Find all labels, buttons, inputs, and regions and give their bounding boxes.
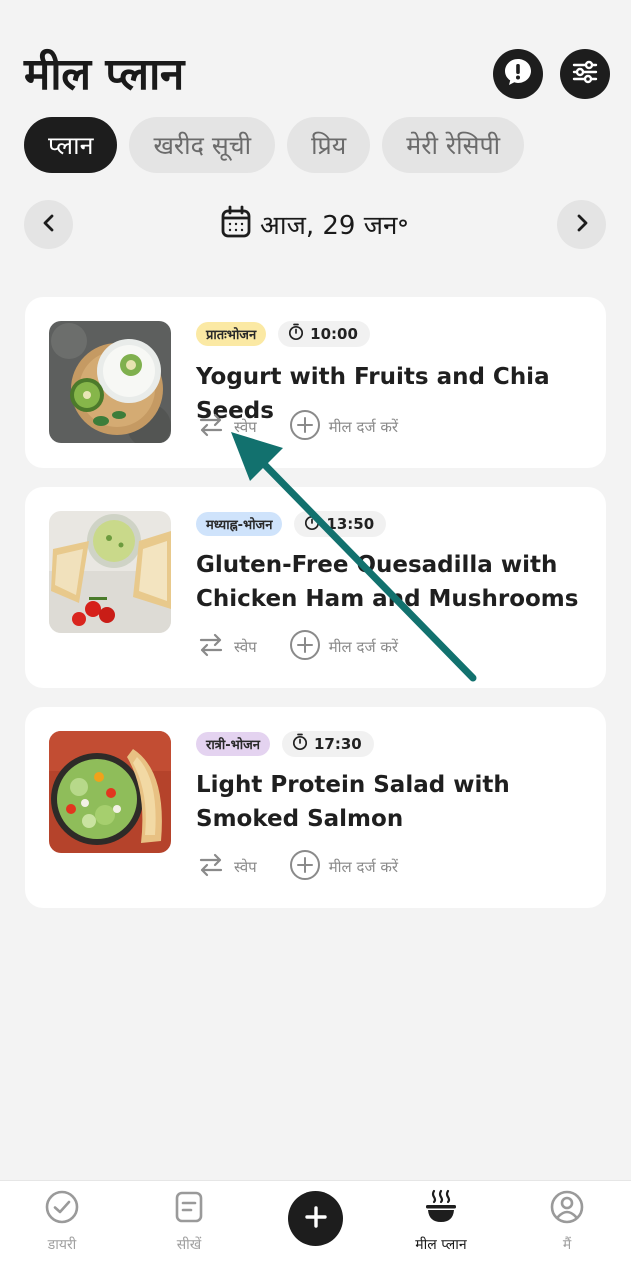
meal-actions: स्वेप मील दर्ज करें xyxy=(196,629,398,665)
nav-profile[interactable]: मैं xyxy=(517,1189,617,1254)
plus-circle-icon xyxy=(289,629,321,665)
sliders-icon xyxy=(570,57,600,91)
user-circle-icon xyxy=(549,1189,585,1229)
nav-diary-label: डायरी xyxy=(47,1237,77,1253)
nav-diary[interactable]: डायरी xyxy=(12,1189,112,1254)
meal-title[interactable]: Light Protein Salad with Smoked Salmon xyxy=(196,768,591,836)
swap-arrows-icon xyxy=(196,630,226,664)
alert-button[interactable] xyxy=(493,49,543,99)
meal-time: 13:50 xyxy=(294,511,387,537)
date-navigator: आज, 29 जन॰ xyxy=(24,200,606,250)
bowl-icon xyxy=(423,1189,459,1229)
plus-circle-icon xyxy=(289,849,321,885)
plus-circle-icon xyxy=(289,409,321,445)
swap-arrows-icon xyxy=(196,850,226,884)
chevron-left-icon xyxy=(39,213,59,237)
tab-shopping-list[interactable]: खरीद सूची xyxy=(129,117,276,173)
meal-card[interactable]: रात्री-भोजन 17:30 Light Protein Salad wi… xyxy=(25,707,606,908)
meal-meta: रात्री-भोजन 17:30 xyxy=(196,731,374,757)
meal-time: 10:00 xyxy=(278,321,370,347)
meal-type-badge: रात्री-भोजन xyxy=(196,732,270,756)
tab-my-recipes[interactable]: मेरी रेसिपी xyxy=(382,117,525,173)
nav-learn-label: सीखें xyxy=(176,1237,202,1253)
stopwatch-icon xyxy=(304,513,320,535)
calendar-icon xyxy=(220,205,252,243)
log-meal-label: मील दर्ज करें xyxy=(328,418,399,436)
date-label: आज, 29 जन॰ xyxy=(260,211,409,241)
meal-time: 17:30 xyxy=(282,731,374,757)
meal-plan-screen: मील प्लान प्लान खरीद सूची प्रिय मेरी रेस… xyxy=(0,0,631,1280)
check-circle-icon xyxy=(44,1189,80,1229)
meal-meta: प्रातःभोजन 10:00 xyxy=(196,321,370,347)
meal-actions: स्वेप मील दर्ज करें xyxy=(196,409,398,445)
date-display[interactable]: आज, 29 जन॰ xyxy=(220,205,409,243)
page-title: मील प्लान xyxy=(24,49,184,100)
alert-bubble-icon xyxy=(503,57,533,91)
nav-profile-label: मैं xyxy=(562,1237,572,1253)
add-button[interactable] xyxy=(288,1191,343,1246)
log-meal-label: मील दर्ज करें xyxy=(328,638,399,656)
notes-icon xyxy=(171,1189,207,1229)
swap-label: स्वेप xyxy=(234,638,257,656)
meal-time-label: 13:50 xyxy=(326,515,375,533)
tab-bar: प्लान खरीद सूची प्रिय मेरी रेसिपी xyxy=(24,117,525,173)
header: मील प्लान xyxy=(0,0,631,110)
meal-time-label: 17:30 xyxy=(314,735,362,753)
swap-label: स्वेप xyxy=(234,418,257,436)
stopwatch-icon xyxy=(288,323,304,345)
meal-meta: मध्याह्न-भोजन 13:50 xyxy=(196,511,387,537)
next-day-button[interactable] xyxy=(557,200,606,249)
swap-button[interactable]: स्वेप xyxy=(196,410,257,444)
meal-time-label: 10:00 xyxy=(310,325,358,343)
plus-icon xyxy=(304,1205,328,1233)
meal-card[interactable]: मध्याह्न-भोजन 13:50 Gluten-Free Quesadil… xyxy=(25,487,606,688)
swap-label: स्वेप xyxy=(234,858,257,876)
swap-button[interactable]: स्वेप xyxy=(196,850,257,884)
meal-card[interactable]: प्रातःभोजन 10:00 Yogurt with Fruits and … xyxy=(25,297,606,468)
chevron-right-icon xyxy=(572,213,592,237)
filter-settings-button[interactable] xyxy=(560,49,610,99)
swap-button[interactable]: स्वेप xyxy=(196,630,257,664)
meal-type-badge: मध्याह्न-भोजन xyxy=(196,512,283,536)
nav-meal-plan-label: मील प्लान xyxy=(415,1237,467,1253)
meal-actions: स्वेप मील दर्ज करें xyxy=(196,849,398,885)
tab-favorites[interactable]: प्रिय xyxy=(287,117,371,173)
meal-type-badge: प्रातःभोजन xyxy=(196,322,267,346)
stopwatch-icon xyxy=(292,733,308,755)
nav-learn[interactable]: सीखें xyxy=(139,1189,239,1254)
meal-photo xyxy=(49,321,171,443)
log-meal-label: मील दर्ज करें xyxy=(328,858,399,876)
bottom-navigation: डायरी सीखें मील प्लान मैं xyxy=(0,1180,631,1280)
log-meal-button[interactable]: मील दर्ज करें xyxy=(289,409,398,445)
meal-photo xyxy=(49,511,171,633)
meal-photo xyxy=(49,731,171,853)
nav-meal-plan[interactable]: मील प्लान xyxy=(391,1189,491,1254)
meal-title[interactable]: Gluten-Free Quesadilla with Chicken Ham … xyxy=(196,548,591,616)
log-meal-button[interactable]: मील दर्ज करें xyxy=(289,849,398,885)
tab-plan[interactable]: प्लान xyxy=(24,117,118,173)
previous-day-button[interactable] xyxy=(24,200,73,249)
swap-arrows-icon xyxy=(196,410,226,444)
log-meal-button[interactable]: मील दर्ज करें xyxy=(289,629,398,665)
